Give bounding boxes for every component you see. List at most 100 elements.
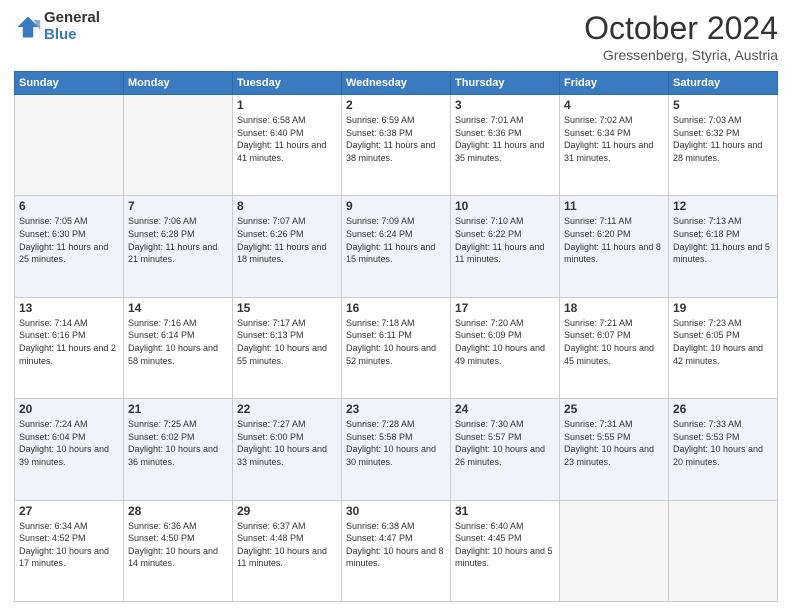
cell-details: Sunrise: 7:17 AMSunset: 6:13 PMDaylight:… [237, 317, 337, 367]
day-number: 29 [237, 504, 337, 518]
page: General Blue October 2024 Gressenberg, S… [0, 0, 792, 612]
calendar-header-row: SundayMondayTuesdayWednesdayThursdayFrid… [15, 72, 778, 95]
day-number: 17 [455, 301, 555, 315]
calendar-week-row: 13Sunrise: 7:14 AMSunset: 6:16 PMDayligh… [15, 297, 778, 398]
cell-details: Sunrise: 7:05 AMSunset: 6:30 PMDaylight:… [19, 215, 119, 265]
day-number: 10 [455, 199, 555, 213]
day-number: 11 [564, 199, 664, 213]
cell-details: Sunrise: 7:10 AMSunset: 6:22 PMDaylight:… [455, 215, 555, 265]
month-title: October 2024 [584, 10, 778, 47]
title-block: October 2024 Gressenberg, Styria, Austri… [584, 10, 778, 63]
calendar-cell: 14 Sunrise: 7:16 AMSunset: 6:14 PMDayligh… [124, 297, 233, 398]
day-number: 19 [673, 301, 773, 315]
calendar-cell: 31 Sunrise: 6:40 AMSunset: 4:45 PMDayligh… [451, 500, 560, 601]
logo: General Blue [14, 10, 100, 43]
cell-details: Sunrise: 7:21 AMSunset: 6:07 PMDaylight:… [564, 317, 664, 367]
calendar-cell [560, 500, 669, 601]
calendar-cell [669, 500, 778, 601]
calendar-week-row: 20 Sunrise: 7:24 AMSunset: 6:04 PMDayligh… [15, 399, 778, 500]
day-number: 16 [346, 301, 446, 315]
cell-details: Sunrise: 7:33 AMSunset: 5:53 PMDaylight:… [673, 418, 773, 468]
calendar-cell: 10 Sunrise: 7:10 AMSunset: 6:22 PMDayligh… [451, 196, 560, 297]
cell-details: Sunrise: 6:37 AMSunset: 4:48 PMDaylight:… [237, 520, 337, 570]
calendar-cell: 21 Sunrise: 7:25 AMSunset: 6:02 PMDayligh… [124, 399, 233, 500]
calendar-cell: 24 Sunrise: 7:30 AMSunset: 5:57 PMDayligh… [451, 399, 560, 500]
weekday-header: Saturday [669, 72, 778, 95]
calendar-week-row: 1Sunrise: 6:58 AMSunset: 6:40 PMDaylight… [15, 95, 778, 196]
day-number: 15 [237, 301, 337, 315]
calendar-cell: 16 Sunrise: 7:18 AMSunset: 6:11 PMDayligh… [342, 297, 451, 398]
day-number: 21 [128, 402, 228, 416]
cell-details: Sunrise: 7:20 AMSunset: 6:09 PMDaylight:… [455, 317, 555, 367]
logo-text: General Blue [44, 10, 100, 43]
header: General Blue October 2024 Gressenberg, S… [14, 10, 778, 63]
cell-details: Sunrise: 7:13 AMSunset: 6:18 PMDaylight:… [673, 215, 773, 265]
cell-details: Sunrise: 7:31 AMSunset: 5:55 PMDaylight:… [564, 418, 664, 468]
calendar-week-row: 27 Sunrise: 6:34 AMSunset: 4:52 PMDayligh… [15, 500, 778, 601]
weekday-header: Sunday [15, 72, 124, 95]
calendar-cell: 6Sunrise: 7:05 AMSunset: 6:30 PMDaylight… [15, 196, 124, 297]
weekday-header: Tuesday [233, 72, 342, 95]
calendar-cell: 9 Sunrise: 7:09 AMSunset: 6:24 PMDaylight… [342, 196, 451, 297]
logo-general-text: General [44, 10, 100, 27]
cell-details: Sunrise: 7:25 AMSunset: 6:02 PMDaylight:… [128, 418, 228, 468]
calendar-cell: 23 Sunrise: 7:28 AMSunset: 5:58 PMDayligh… [342, 399, 451, 500]
day-number: 28 [128, 504, 228, 518]
day-number: 27 [19, 504, 119, 518]
cell-details: Sunrise: 6:34 AMSunset: 4:52 PMDaylight:… [19, 520, 119, 570]
day-number: 18 [564, 301, 664, 315]
cell-details: Sunrise: 7:16 AMSunset: 6:14 PMDaylight:… [128, 317, 228, 367]
calendar-cell: 26 Sunrise: 7:33 AMSunset: 5:53 PMDayligh… [669, 399, 778, 500]
cell-details: Sunrise: 7:24 AMSunset: 6:04 PMDaylight:… [19, 418, 119, 468]
cell-details: Sunrise: 7:09 AMSunset: 6:24 PMDaylight:… [346, 215, 446, 265]
cell-details: Sunrise: 7:07 AMSunset: 6:26 PMDaylight:… [237, 215, 337, 265]
calendar-week-row: 6Sunrise: 7:05 AMSunset: 6:30 PMDaylight… [15, 196, 778, 297]
calendar-cell: 15 Sunrise: 7:17 AMSunset: 6:13 PMDayligh… [233, 297, 342, 398]
location: Gressenberg, Styria, Austria [584, 47, 778, 63]
weekday-header: Thursday [451, 72, 560, 95]
cell-details: Sunrise: 7:11 AMSunset: 6:20 PMDaylight:… [564, 215, 664, 265]
calendar-cell: 13Sunrise: 7:14 AMSunset: 6:16 PMDayligh… [15, 297, 124, 398]
calendar-cell: 1Sunrise: 6:58 AMSunset: 6:40 PMDaylight… [233, 95, 342, 196]
calendar-cell: 22Sunrise: 7:27 AMSunset: 6:00 PMDayligh… [233, 399, 342, 500]
cell-details: Sunrise: 7:06 AMSunset: 6:28 PMDaylight:… [128, 215, 228, 265]
day-number: 3 [455, 98, 555, 112]
day-number: 20 [19, 402, 119, 416]
calendar-cell: 19Sunrise: 7:23 AMSunset: 6:05 PMDayligh… [669, 297, 778, 398]
day-number: 30 [346, 504, 446, 518]
day-number: 1 [237, 98, 337, 112]
cell-details: Sunrise: 7:28 AMSunset: 5:58 PMDaylight:… [346, 418, 446, 468]
logo-icon [14, 13, 42, 41]
calendar-cell: 12 Sunrise: 7:13 AMSunset: 6:18 PMDayligh… [669, 196, 778, 297]
day-number: 24 [455, 402, 555, 416]
day-number: 23 [346, 402, 446, 416]
calendar-cell: 18 Sunrise: 7:21 AMSunset: 6:07 PMDayligh… [560, 297, 669, 398]
day-number: 26 [673, 402, 773, 416]
day-number: 4 [564, 98, 664, 112]
weekday-header: Wednesday [342, 72, 451, 95]
cell-details: Sunrise: 6:38 AMSunset: 4:47 PMDaylight:… [346, 520, 446, 570]
cell-details: Sunrise: 7:18 AMSunset: 6:11 PMDaylight:… [346, 317, 446, 367]
logo-blue-text: Blue [44, 27, 100, 44]
calendar-cell: 17 Sunrise: 7:20 AMSunset: 6:09 PMDayligh… [451, 297, 560, 398]
calendar-cell: 27 Sunrise: 6:34 AMSunset: 4:52 PMDayligh… [15, 500, 124, 601]
cell-details: Sunrise: 6:40 AMSunset: 4:45 PMDaylight:… [455, 520, 555, 570]
day-number: 5 [673, 98, 773, 112]
calendar-cell [124, 95, 233, 196]
cell-details: Sunrise: 6:59 AMSunset: 6:38 PMDaylight:… [346, 114, 446, 164]
cell-details: Sunrise: 7:03 AMSunset: 6:32 PMDaylight:… [673, 114, 773, 164]
calendar-cell: 5 Sunrise: 7:03 AMSunset: 6:32 PMDaylight… [669, 95, 778, 196]
calendar-cell: 4Sunrise: 7:02 AMSunset: 6:34 PMDaylight… [560, 95, 669, 196]
calendar-cell: 20 Sunrise: 7:24 AMSunset: 6:04 PMDayligh… [15, 399, 124, 500]
calendar-cell: 29 Sunrise: 6:37 AMSunset: 4:48 PMDayligh… [233, 500, 342, 601]
day-number: 22 [237, 402, 337, 416]
cell-details: Sunrise: 7:14 AMSunset: 6:16 PMDaylight:… [19, 317, 119, 367]
calendar-cell: 30 Sunrise: 6:38 AMSunset: 4:47 PMDayligh… [342, 500, 451, 601]
day-number: 7 [128, 199, 228, 213]
day-number: 12 [673, 199, 773, 213]
day-number: 31 [455, 504, 555, 518]
day-number: 14 [128, 301, 228, 315]
calendar-cell: 2Sunrise: 6:59 AMSunset: 6:38 PMDaylight… [342, 95, 451, 196]
cell-details: Sunrise: 7:30 AMSunset: 5:57 PMDaylight:… [455, 418, 555, 468]
day-number: 9 [346, 199, 446, 213]
